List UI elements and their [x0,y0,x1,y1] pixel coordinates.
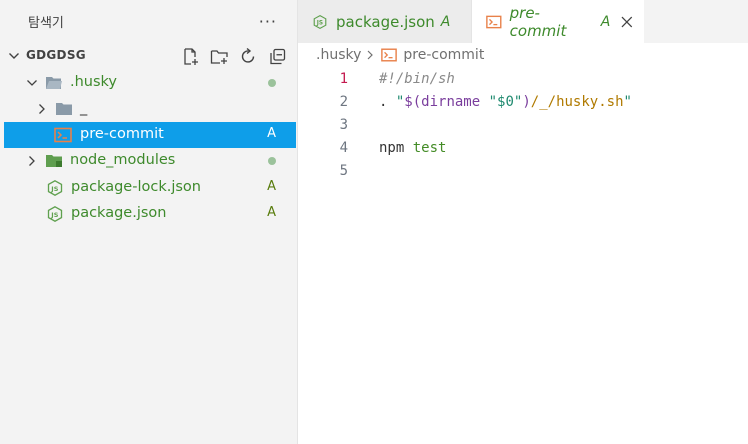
refresh-icon[interactable] [239,47,258,66]
tab-label: package.json [336,12,435,31]
line-number: 2 [339,94,348,110]
tree-item-underscore[interactable]: _ [4,96,296,122]
js-icon: JS [47,180,63,196]
chevron-right-icon[interactable] [36,103,48,115]
git-modified-dot [268,157,276,165]
tree-item-pre-commit[interactable]: pre-commit A [4,122,296,148]
folder-icon [56,103,72,115]
svg-text:JS: JS [50,211,58,219]
code-line[interactable]: 3 [298,114,748,137]
code-token: test [412,140,447,156]
code-token: " [623,94,632,110]
tree-item-package-json[interactable]: JS package.json A [4,201,296,227]
code-token: npm [379,140,405,156]
tab-pre-commit[interactable]: pre-commit A [472,0,644,43]
tab-package-json[interactable]: JS package.json A [298,0,472,43]
breadcrumb: .husky pre-commit [316,47,484,63]
tree-item-node-modules[interactable]: node_modules [4,148,296,174]
shell-icon [54,127,72,143]
workspace-root-label: GDGDSG [26,48,86,62]
tab-git-badge: A [440,13,451,30]
tree-item-husky[interactable]: .husky [4,70,296,96]
code-line[interactable]: 2 . "$(dirname "$0")/_/husky.sh" [298,91,748,114]
explorer-title: 탐색기 [28,15,64,31]
code-token: $0 [497,94,514,110]
workspace-root-row[interactable]: GDGDSG [0,44,297,68]
line-number: 3 [339,117,348,133]
code-line[interactable]: 1 #!/bin/sh [298,68,748,91]
editor-tabs: JS package.json A pre-commit A [298,0,748,43]
code-token: " [488,94,498,110]
tab-label: pre-commit [509,4,567,40]
git-status-badge: A [267,179,276,194]
close-icon[interactable] [620,15,634,29]
tab-git-badge: A [600,14,611,30]
breadcrumb-folder[interactable]: .husky [316,47,361,63]
code-token: /_/husky.sh [530,94,624,110]
explorer-sidebar: 탐색기 ··· GDGDSG .husky _ pre-commit A nod… [0,0,298,444]
code-token: dirname [421,94,481,110]
chevron-down-icon[interactable] [8,50,20,62]
folder-node-icon [46,155,62,167]
code-text: npm test [379,140,446,156]
code-editor[interactable]: 1 #!/bin/sh 2 . "$(dirname "$0")/_/husky… [298,68,748,183]
tree-item-label: package.json [71,205,167,221]
line-number: 1 [339,71,348,87]
git-status-badge: A [267,205,276,220]
explorer-actions [181,47,287,66]
tree-item-label: package-lock.json [71,179,201,195]
folder-open-icon [46,77,62,89]
new-file-icon[interactable] [181,47,200,66]
js-icon: JS [47,206,63,222]
chevron-down-icon[interactable] [26,77,38,89]
chevron-right-icon[interactable] [26,155,38,167]
code-text: #!/bin/sh [379,71,455,87]
breadcrumb-file[interactable]: pre-commit [403,47,484,63]
chevron-right-icon [367,50,374,60]
tree-item-package-lock[interactable]: JS package-lock.json A [4,175,296,201]
collapse-all-icon[interactable] [268,47,287,66]
svg-text:JS: JS [316,20,323,26]
line-number: 5 [339,163,348,179]
new-folder-icon[interactable] [210,47,229,66]
svg-text:JS: JS [50,185,58,193]
code-token: . [379,94,396,110]
js-icon: JS [313,14,327,29]
code-token: $( [404,94,422,110]
more-actions-icon[interactable]: ··· [259,12,277,31]
code-token: ) [522,94,531,110]
tree-item-label: pre-commit [80,126,164,142]
line-number: 4 [339,140,348,156]
code-line[interactable]: 4 npm test [298,137,748,160]
git-status-badge: A [267,126,276,141]
tree-item-label: node_modules [70,152,176,168]
git-modified-dot [268,79,276,87]
shell-icon [381,48,398,62]
code-text: . "$(dirname "$0")/_/husky.sh" [379,94,632,110]
editor-area: JS package.json A pre-commit A .husky pr… [298,0,748,444]
explorer-header: 탐색기 ··· [0,0,297,42]
tree-item-label: .husky [70,74,118,90]
shell-icon [486,15,502,29]
tree-item-label: _ [80,100,88,116]
code-line[interactable]: 5 [298,160,748,183]
